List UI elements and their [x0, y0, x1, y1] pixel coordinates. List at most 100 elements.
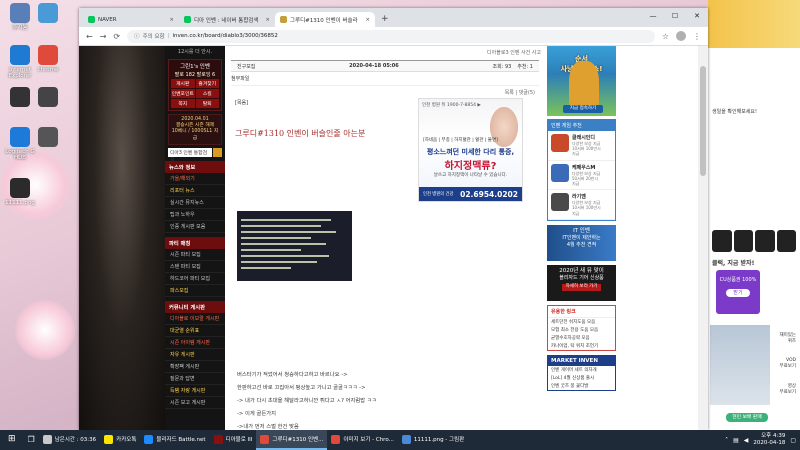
user-name[interactable]: 그린1's 인벤	[171, 62, 219, 70]
sidebar-link[interactable]: 인증 게시판 모음	[165, 221, 225, 233]
game-recommend-item[interactable]: 케페우스M 다양한 보상 지급 50서버 20만시 지급	[548, 161, 615, 191]
user-menu-button[interactable]: 탈퇴	[195, 99, 219, 108]
tab-close-icon[interactable]: ×	[265, 17, 270, 23]
taskbar-app[interactable]: 그루디#1310 인벤...	[256, 430, 328, 450]
panel-link[interactable]: 재미있는 퀴즈	[770, 330, 800, 346]
window-controls: — ☐ ✕	[642, 8, 708, 23]
event-notice[interactable]: 2020.04.01 결승시즌 시즌 해제 10베니 / 1000SL1 지급	[168, 114, 222, 145]
desktop-icon[interactable]: 11111.png	[3, 178, 37, 206]
url-input[interactable]: ⓘ 주의 요함 | inven.co.kr/board/diablo3/3000…	[127, 29, 655, 43]
game-chat-screenshot[interactable]	[237, 211, 352, 281]
user-menu-button[interactable]: 즐겨찾기	[195, 79, 219, 88]
birthday-message[interactable]: 생일을 확인해보세요!	[708, 106, 800, 117]
cu-coupon-button[interactable]: 받기	[726, 289, 750, 297]
panel-action-button[interactable]: 현민 보배 판매	[726, 413, 768, 422]
notification-icon[interactable]: ▢	[790, 437, 796, 444]
minimize-button[interactable]: —	[642, 8, 664, 23]
taskbar-app[interactable]: 블리자드 Battle.net	[140, 430, 209, 450]
volume-icon[interactable]: ◀	[744, 437, 749, 444]
bookmark-star-icon[interactable]: ☆	[662, 32, 669, 41]
sidebar-link[interactable]: 확장팩 게시판	[165, 361, 225, 373]
sidebar-link[interactable]: 가을/해외기	[165, 173, 225, 185]
post-category: 친구모집	[237, 63, 256, 70]
sidebar-section-title: 뉴스와 정보	[165, 160, 225, 173]
profile-avatar-icon[interactable]	[676, 31, 686, 41]
useful-link[interactable]: 균열수호자공략 모음	[548, 334, 615, 342]
sidebar-link[interactable]: 대균열 순위표	[165, 325, 225, 337]
tab-close-icon[interactable]: ×	[169, 17, 174, 23]
sidebar-link[interactable]: 득템 자랑 게시판	[165, 385, 225, 397]
sidebar-link[interactable]: 실시간 뮤지뉴스	[165, 197, 225, 209]
reload-icon[interactable]: ⟳	[113, 32, 120, 41]
couple-photo-ad[interactable]	[710, 325, 770, 405]
sidebar-link[interactable]: 시즌 파티 모집	[165, 249, 225, 261]
taskbar-app[interactable]: 디아블로 III	[210, 430, 257, 450]
post-tools[interactable]: 목록 | 댓글(5)	[225, 89, 545, 96]
it-inven-banner[interactable]: IT 인벤 IT인벤이 제안하는 4월 추천 견적	[547, 224, 616, 261]
sidebar-link[interactable]: 자유 게시판	[165, 349, 225, 361]
forward-arrow-icon[interactable]: →	[100, 32, 107, 41]
game-recommend-item[interactable]: 라기엠 다양한 보상 지급 10서버 100만시 지급	[548, 190, 615, 220]
maximize-button[interactable]: ☐	[664, 8, 686, 23]
sidebar-link[interactable]: 리포터 뉴스	[165, 185, 225, 197]
menu-dots-icon[interactable]: ⋮	[693, 32, 701, 41]
sidebar-link[interactable]: 디아블로 이모랄 게시판	[165, 313, 225, 325]
user-menu-button[interactable]: 인벤포인트	[171, 89, 195, 98]
sidebar-search-input[interactable]: 디아3 인벤 통합검색	[168, 147, 212, 163]
separator: |	[167, 33, 170, 39]
user-menu-button[interactable]: 스킬	[195, 89, 219, 98]
tab-close-icon[interactable]: ×	[365, 17, 370, 23]
desktop-icon[interactable]: chrome	[31, 45, 65, 73]
taskbar-app[interactable]: 남은시간 : 03:36	[39, 430, 100, 450]
browser-tab[interactable]: 그루디#1310 인벤이 버슬라 ×	[275, 12, 375, 27]
scrollbar-thumb[interactable]	[700, 66, 706, 176]
useful-link[interactable]: 모험 최소 전용 도움 모음	[548, 326, 615, 334]
browser-tab[interactable]: NAVER ×	[83, 12, 179, 27]
panel-link[interactable]: VOD 무료보기	[770, 356, 800, 371]
desktop-icon[interactable]	[31, 127, 65, 149]
sidebar-link[interactable]: 파스모집	[165, 285, 225, 297]
sidebar-link[interactable]: 질문과 답변	[165, 373, 225, 385]
search-icon[interactable]	[213, 147, 222, 157]
clinic-advertisement[interactable]: 인천 병원 뒤 1900-7-8854 ▶ [하네움 | 부종 | 하지혈관 |…	[418, 98, 523, 202]
panel-link[interactable]: 영상 무료보기	[770, 381, 800, 397]
clock[interactable]: 오후 4:39 2020-04-18	[753, 433, 785, 447]
taskbar-app[interactable]: 이미지 보기 - Chro...	[327, 430, 398, 450]
game-thumbnail-strip[interactable]	[712, 230, 796, 252]
game-recommend-item[interactable]: 클래시인디 다양한 보상 지급 10서버 100만시 지급	[548, 131, 615, 161]
browser-tab[interactable]: 디아 인벤 : 네이버 통합검색 ×	[179, 12, 275, 27]
warning-icon[interactable]: ⓘ	[134, 32, 140, 40]
sidebar-link[interactable]: 스탠 파티 모집	[165, 261, 225, 273]
useful-link[interactable]: 세트던전 쉬지도움 모음	[548, 318, 615, 326]
new-tab-button[interactable]: +	[381, 14, 389, 24]
game-banner[interactable]: 순서 사냥하러가쇼! 지금 접속하기	[547, 46, 616, 116]
start-button[interactable]: ⊞	[0, 430, 24, 450]
tray-chevron-icon[interactable]: ˄	[725, 437, 728, 444]
game-banner-button[interactable]: 지금 접속하기	[563, 105, 603, 113]
taskbar-app[interactable]: 11111.png - 그림판	[398, 430, 468, 450]
market-item[interactable]: [LoL] 4월 신상품 출시	[548, 374, 615, 382]
network-icon[interactable]: ▤	[733, 437, 739, 444]
promo-text[interactable]: 클럭, 지금 받자!	[708, 256, 758, 269]
blizzard-banner-button[interactable]: 자세히 보러 가기	[561, 284, 602, 291]
useful-link[interactable]: 카나이업, 탁 위치 조언기	[548, 342, 615, 350]
attachment-label[interactable]: 첨부파일	[231, 75, 539, 86]
user-menu-button[interactable]: 쪽지	[171, 99, 195, 108]
desktop-icon[interactable]	[31, 87, 65, 109]
sidebar-link[interactable]: 시즌 아이템 게시판	[165, 337, 225, 349]
taskbar-app[interactable]: 카카오톡	[100, 430, 140, 450]
blizzard-gear-banner[interactable]: 2020년 새 뮤 맞이 블리자드 기어 신상품 자세히 보러 가기	[547, 264, 616, 301]
desktop-icon[interactable]	[31, 3, 65, 25]
sidebar-link[interactable]: 하드코어 파티 모집	[165, 273, 225, 285]
sidebar-link[interactable]: 팁과 노하우	[165, 209, 225, 221]
market-item[interactable]: 인벤 게이머 세트 의자개	[548, 366, 615, 374]
task-view-button[interactable]: ❐	[24, 430, 39, 450]
user-menu-button[interactable]: 게시판	[171, 79, 195, 88]
close-window-button[interactable]: ✕	[686, 8, 708, 23]
sidebar-link[interactable]: 시즌 보고 게시판	[165, 397, 225, 409]
breadcrumb[interactable]: 디아블로3 인벤 사건 사고	[225, 46, 545, 56]
cu-coupon-card[interactable]: CU상품권 100% 받기	[716, 270, 760, 314]
back-arrow-icon[interactable]: ←	[86, 32, 93, 41]
market-item[interactable]: 인벤 굿즈 봉 꽃다발	[548, 382, 615, 390]
page-scrollbar[interactable]	[698, 46, 708, 430]
